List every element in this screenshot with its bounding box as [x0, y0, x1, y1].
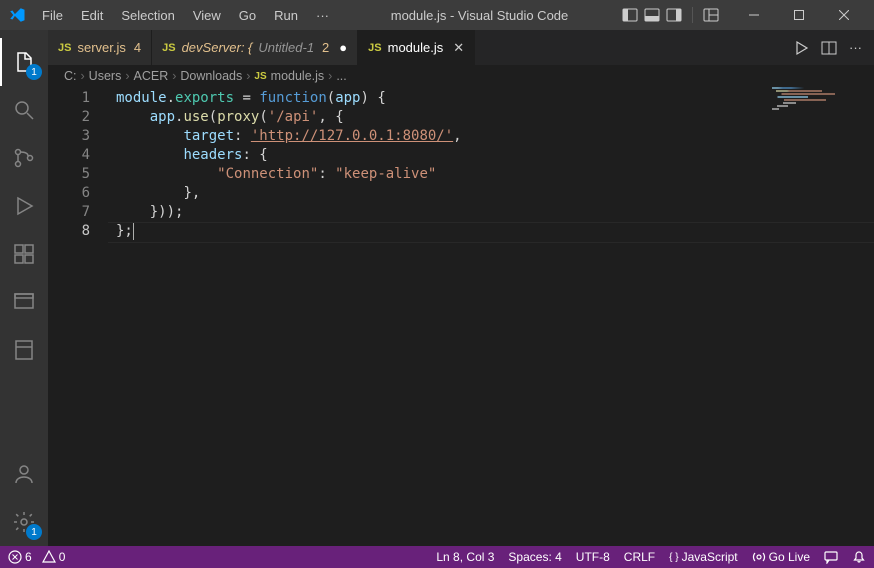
status-feedback-icon[interactable]: [824, 550, 838, 564]
editor-group: JS server.js 4 JS devServer: { Untitled-…: [48, 30, 874, 546]
breadcrumb-seg[interactable]: ACER: [134, 69, 169, 83]
divider: [692, 7, 693, 23]
chevron-right-icon: ›: [81, 69, 85, 83]
tab-sublabel: Untitled-1: [258, 40, 314, 55]
chevron-right-icon: ›: [125, 69, 129, 83]
breadcrumb-seg[interactable]: ...: [336, 69, 346, 83]
maximize-button[interactable]: [776, 0, 821, 30]
activity-bar: 1 1: [0, 30, 48, 546]
tab-label: server.js: [77, 40, 125, 55]
activity-sidebar-extra1[interactable]: [0, 278, 48, 326]
tab-module-js[interactable]: JS module.js ✕: [358, 30, 475, 65]
status-language[interactable]: { } JavaScript: [669, 550, 738, 564]
more-actions-icon[interactable]: ···: [849, 40, 862, 55]
activity-source-control[interactable]: [0, 134, 48, 182]
toggle-panel-bottom-icon[interactable]: [644, 7, 660, 23]
status-warnings[interactable]: 0: [42, 550, 66, 564]
modified-dot-icon: ●: [339, 40, 347, 55]
menu-view[interactable]: View: [185, 4, 229, 27]
toggle-panel-left-icon[interactable]: [622, 7, 638, 23]
activity-extensions[interactable]: [0, 230, 48, 278]
menu-go[interactable]: Go: [231, 4, 264, 27]
status-cursor-position[interactable]: Ln 8, Col 3: [436, 550, 494, 564]
status-bar: 6 0 Ln 8, Col 3 Spaces: 4 UTF-8 CRLF { }…: [0, 546, 874, 568]
menu-file[interactable]: File: [34, 4, 71, 27]
breadcrumb-seg[interactable]: module.js: [271, 69, 325, 83]
toggle-panel-right-icon[interactable]: [666, 7, 682, 23]
chevron-right-icon: ›: [246, 69, 250, 83]
menu-more[interactable]: ···: [308, 4, 337, 27]
vscode-logo-icon: [8, 6, 26, 24]
tab-label: module.js: [388, 40, 444, 55]
title-bar: File Edit Selection View Go Run ··· modu…: [0, 0, 874, 30]
status-go-live-label: Go Live: [769, 550, 810, 564]
close-button[interactable]: [821, 0, 866, 30]
breadcrumb-seg[interactable]: Users: [89, 69, 122, 83]
settings-badge: 1: [26, 524, 42, 540]
window-title: module.js - Visual Studio Code: [337, 8, 622, 23]
status-indentation[interactable]: Spaces: 4: [508, 550, 561, 564]
tab-problem-count: 4: [134, 40, 141, 55]
menu-bar: File Edit Selection View Go Run ···: [34, 4, 337, 27]
code-content[interactable]: module.exports = function(app) { app.use…: [108, 87, 874, 546]
js-file-icon: JS: [162, 42, 175, 54]
layout-controls: [622, 7, 719, 23]
tab-server-js[interactable]: JS server.js 4: [48, 30, 152, 65]
split-editor-icon[interactable]: [821, 40, 837, 56]
js-file-icon: JS: [58, 42, 71, 54]
breadcrumb[interactable]: C:› Users› ACER› Downloads› JS module.js…: [48, 65, 874, 87]
minimap[interactable]: [772, 87, 862, 187]
editor-actions: ···: [781, 30, 874, 65]
status-go-live[interactable]: Go Live: [752, 550, 810, 564]
breadcrumb-seg[interactable]: Downloads: [180, 69, 242, 83]
close-tab-icon[interactable]: ✕: [453, 40, 464, 56]
activity-settings[interactable]: 1: [0, 498, 48, 546]
tab-bar: JS server.js 4 JS devServer: { Untitled-…: [48, 30, 874, 65]
menu-run[interactable]: Run: [266, 4, 306, 27]
window-controls: [731, 0, 866, 30]
status-eol[interactable]: CRLF: [624, 550, 655, 564]
status-language-label: JavaScript: [682, 550, 738, 564]
code-editor[interactable]: 12345678 module.exports = function(app) …: [48, 87, 874, 546]
status-encoding[interactable]: UTF-8: [576, 550, 610, 564]
tab-label: devServer: {: [182, 40, 253, 55]
status-notifications-icon[interactable]: [852, 550, 866, 564]
status-port-count: 6: [25, 550, 32, 564]
menu-edit[interactable]: Edit: [73, 4, 111, 27]
menu-selection[interactable]: Selection: [113, 4, 182, 27]
activity-accounts[interactable]: [0, 450, 48, 498]
activity-explorer[interactable]: 1: [0, 38, 48, 86]
breadcrumb-seg[interactable]: C:: [64, 69, 77, 83]
activity-sidebar-extra2[interactable]: [0, 326, 48, 374]
tab-problem-count: 2: [322, 40, 329, 55]
status-errors[interactable]: 6: [8, 550, 32, 564]
explorer-badge: 1: [26, 64, 42, 80]
customize-layout-icon[interactable]: [703, 7, 719, 23]
chevron-right-icon: ›: [172, 69, 176, 83]
status-warnings-count: 0: [59, 550, 66, 564]
activity-run-debug[interactable]: [0, 182, 48, 230]
tab-devserver-untitled[interactable]: JS devServer: { Untitled-1 2 ●: [152, 30, 358, 65]
activity-search[interactable]: [0, 86, 48, 134]
run-icon[interactable]: [793, 40, 809, 56]
js-file-icon: JS: [254, 71, 266, 82]
chevron-right-icon: ›: [328, 69, 332, 83]
line-gutter: 12345678: [48, 87, 108, 546]
js-file-icon: JS: [368, 42, 381, 54]
vertical-scrollbar[interactable]: [862, 87, 874, 546]
minimize-button[interactable]: [731, 0, 776, 30]
